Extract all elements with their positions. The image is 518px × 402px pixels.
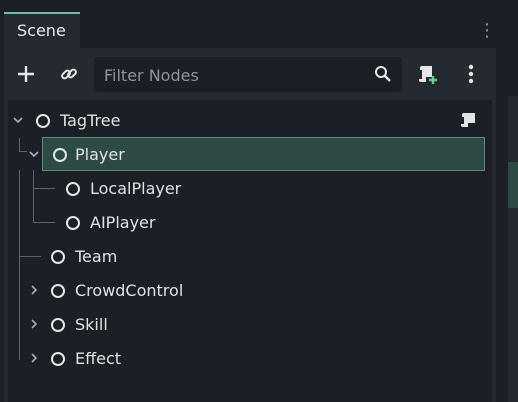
chevron-right-icon[interactable] xyxy=(28,318,40,330)
tree-item-label: LocalPlayer xyxy=(90,179,182,198)
tree-item-player[interactable]: Player xyxy=(42,137,485,171)
chevron-right-icon[interactable] xyxy=(28,352,40,364)
scene-dock: Scene ⋮ Filter Nodes TagTree Player Loca… xyxy=(0,0,496,402)
filter-nodes-input[interactable] xyxy=(102,57,376,94)
search-icon[interactable] xyxy=(374,65,392,83)
node-icon xyxy=(53,148,67,162)
filter-nodes-field[interactable] xyxy=(94,57,402,94)
kebab-menu-icon xyxy=(468,64,474,84)
node-icon xyxy=(51,352,65,366)
tree-guide-line xyxy=(19,151,27,152)
tab-scene-label: Scene xyxy=(17,21,66,40)
script-icon[interactable] xyxy=(460,111,478,129)
tree-item-label: CrowdControl xyxy=(75,281,184,300)
chevron-down-icon[interactable] xyxy=(28,148,40,160)
tree-item-label: Skill xyxy=(75,315,108,334)
attach-script-button[interactable] xyxy=(414,60,442,88)
chevron-down-icon[interactable] xyxy=(12,114,24,126)
adjacent-dock-panel xyxy=(508,96,518,402)
tab-scene[interactable]: Scene xyxy=(4,12,80,48)
script-add-icon xyxy=(419,66,437,84)
tree-item-label: Effect xyxy=(75,349,122,368)
node-icon xyxy=(66,182,80,196)
chevron-right-icon[interactable] xyxy=(28,284,40,296)
scene-tree: TagTree Player LocalPlayer AIPlayer Team… xyxy=(8,100,492,402)
plus-icon xyxy=(18,66,34,82)
tree-item-label: TagTree xyxy=(60,111,121,130)
node-icon xyxy=(51,318,65,332)
tree-item-label: Player xyxy=(75,145,125,164)
instance-scene-button[interactable] xyxy=(55,60,83,88)
tree-item-team[interactable]: Team xyxy=(8,240,492,274)
dock-menu-icon[interactable]: ⋮ xyxy=(478,18,496,44)
node-icon xyxy=(51,250,65,264)
tree-item-effect[interactable]: Effect xyxy=(8,342,492,376)
tree-item-crowdcontrol[interactable]: CrowdControl xyxy=(8,274,492,308)
scene-menu-button[interactable] xyxy=(457,60,485,88)
tree-guide-line xyxy=(19,138,20,151)
node-icon xyxy=(51,284,65,298)
tree-item-localplayer[interactable]: LocalPlayer xyxy=(8,172,492,206)
dock-tabbar: Scene ⋮ xyxy=(0,0,496,48)
tree-item-aiplayer[interactable]: AIPlayer xyxy=(8,206,492,240)
link-icon xyxy=(61,68,77,80)
tree-item-tagtree[interactable]: TagTree xyxy=(8,104,492,138)
node-icon xyxy=(66,216,80,230)
tree-item-skill[interactable]: Skill xyxy=(8,308,492,342)
add-node-button[interactable] xyxy=(12,60,40,88)
adjacent-dock-selection xyxy=(508,162,518,208)
node-icon xyxy=(36,114,50,128)
tree-item-label: Team xyxy=(75,247,118,266)
tree-item-label: AIPlayer xyxy=(90,213,156,232)
